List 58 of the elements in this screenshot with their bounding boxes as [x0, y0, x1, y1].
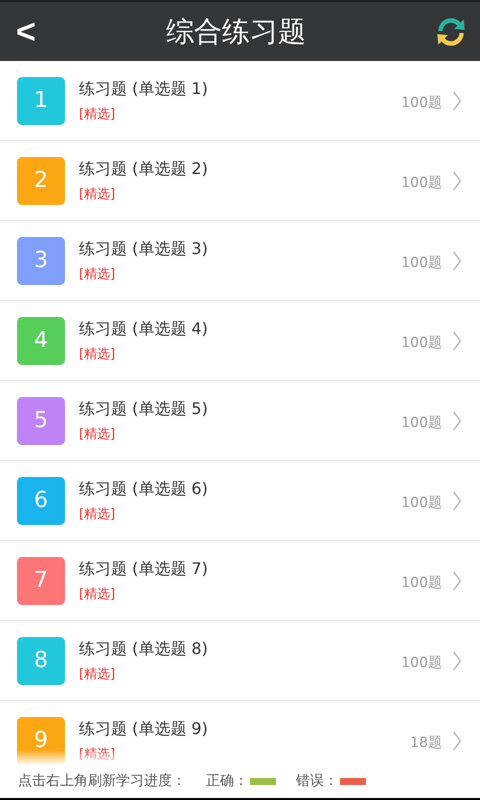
number-tile: 1 [17, 76, 65, 124]
exercise-title: 练习题 (单选题 2) [79, 158, 209, 180]
featured-tag: [精选] [79, 424, 116, 442]
featured-tag: [精选] [79, 104, 116, 122]
number-tile: 7 [17, 556, 65, 604]
chevron-right-icon [452, 648, 462, 672]
exercise-title: 练习题 (单选题 1) [79, 78, 209, 100]
chevron-right-icon [452, 728, 462, 752]
chevron-right-icon [452, 328, 462, 352]
exercise-row[interactable]: 7 练习题 (单选题 7) [精选] 100题 [0, 541, 480, 621]
number-tile: 3 [17, 236, 65, 284]
exercise-title: 练习题 (单选题 7) [79, 558, 209, 580]
number-tile: 8 [17, 636, 65, 684]
page-title: 综合练习题 [166, 14, 306, 50]
chevron-right-icon [452, 488, 462, 512]
featured-tag: [精选] [79, 584, 116, 602]
number-tile: 6 [17, 476, 65, 524]
progress-hint: 点击右上角刷新学习进度： [18, 772, 186, 790]
number-tile: 5 [17, 396, 65, 444]
chevron-right-icon [452, 88, 462, 112]
question-count: 100题 [401, 254, 442, 272]
exercise-row[interactable]: 6 练习题 (单选题 6) [精选] 100题 [0, 461, 480, 541]
question-count: 100题 [401, 494, 442, 512]
exercise-row[interactable]: 5 练习题 (单选题 5) [精选] 100题 [0, 381, 480, 461]
number-tile: 2 [17, 156, 65, 204]
question-count: 100题 [401, 574, 442, 592]
chevron-right-icon [452, 408, 462, 432]
question-count: 18题 [410, 734, 442, 752]
legend-label: 正确： [206, 772, 248, 790]
exercise-title: 练习题 (单选题 9) [79, 718, 209, 740]
chevron-right-icon [452, 248, 462, 272]
question-count: 100题 [401, 174, 442, 192]
exercise-title: 练习题 (单选题 4) [79, 318, 209, 340]
question-count: 100题 [401, 334, 442, 352]
number-tile: 9 [17, 716, 65, 764]
featured-tag: [精选] [79, 664, 116, 682]
chevron-right-icon [452, 168, 462, 192]
exercise-title: 练习题 (单选题 5) [79, 398, 209, 420]
exercise-title: 练习题 (单选题 3) [79, 238, 209, 260]
featured-tag: [精选] [79, 504, 116, 522]
legend-label: 错误： [296, 772, 338, 790]
exercise-title: 练习题 (单选题 8) [79, 638, 209, 660]
chevron-right-icon [452, 568, 462, 592]
featured-tag: [精选] [79, 744, 116, 762]
featured-tag: [精选] [79, 344, 116, 362]
exercise-title: 练习题 (单选题 6) [79, 478, 209, 500]
question-count: 100题 [401, 414, 442, 432]
back-button[interactable]: < [12, 14, 40, 48]
exercise-row[interactable]: 8 练习题 (单选题 8) [精选] 100题 [0, 621, 480, 701]
exercise-row[interactable]: 1 练习题 (单选题 1) [精选] 100题 [0, 61, 480, 141]
exercise-row[interactable]: 3 练习题 (单选题 3) [精选] 100题 [0, 221, 480, 301]
question-count: 100题 [401, 654, 442, 672]
question-count: 100题 [401, 94, 442, 112]
exercise-row[interactable]: 2 练习题 (单选题 2) [精选] 100题 [0, 141, 480, 221]
featured-tag: [精选] [79, 264, 116, 282]
featured-tag: [精选] [79, 184, 116, 202]
number-tile: 4 [17, 316, 65, 364]
exercise-row[interactable]: 4 练习题 (单选题 4) [精选] 100题 [0, 301, 480, 381]
